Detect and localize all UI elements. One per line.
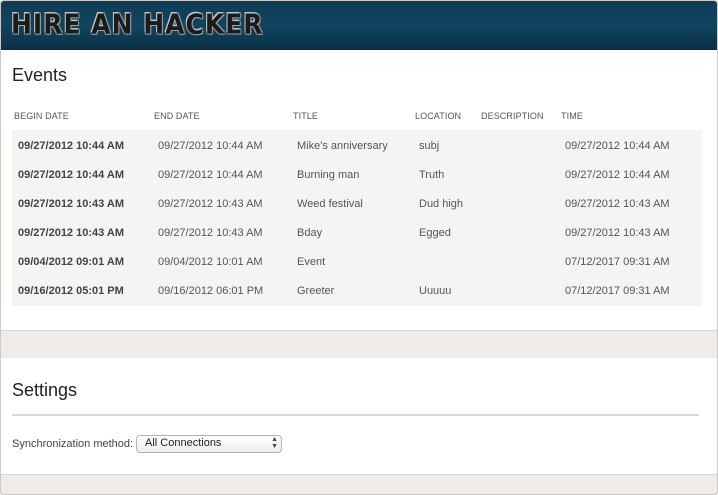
cell-location: Uuuuu [419,285,452,297]
cell-end-date: 09/16/2012 06:01 PM [158,285,264,297]
settings-divider [12,414,699,416]
column-header-time[interactable]: TIME [561,111,583,121]
cell-begin-date: 09/04/2012 09:01 AM [18,256,124,268]
settings-panel: Settings Synchronization method: All Con… [1,358,717,475]
cell-time: 09/27/2012 10:44 AM [565,140,670,152]
cell-begin-date: 09/27/2012 10:44 AM [18,169,124,181]
table-row[interactable]: 09/27/2012 10:44 AM 09/27/2012 10:44 AM … [12,160,702,189]
cell-begin-date: 09/16/2012 05:01 PM [18,285,124,297]
cell-time: 09/27/2012 10:43 AM [565,198,670,210]
column-header-begin-date[interactable]: BEGIN DATE [14,111,69,121]
cell-location: Egged [419,227,451,239]
cell-time: 09/27/2012 10:43 AM [565,227,670,239]
cell-end-date: 09/04/2012 10:01 AM [158,256,263,268]
sync-method-label: Synchronization method: [12,438,134,450]
column-header-title[interactable]: TITLE [293,111,318,121]
cell-time: 07/12/2017 09:31 AM [565,256,670,268]
cell-title: Burning man [297,169,360,181]
cell-time: 07/12/2017 09:31 AM [565,285,670,297]
table-row[interactable]: 09/27/2012 10:43 AM 09/27/2012 10:43 AM … [12,189,702,218]
header-bar: HIRE AN HACKER [1,1,717,50]
cell-time: 09/27/2012 10:44 AM [565,169,670,181]
column-header-location[interactable]: LOCATION [415,111,461,121]
events-table-body: 09/27/2012 10:44 AM 09/27/2012 10:44 AM … [12,130,702,306]
column-header-end-date[interactable]: END DATE [154,111,200,121]
events-panel: Events BEGIN DATE END DATE TITLE LOCATIO… [1,50,717,331]
cell-location: Truth [419,169,445,181]
cell-end-date: 09/27/2012 10:43 AM [158,198,263,210]
cell-begin-date: 09/27/2012 10:44 AM [18,140,124,152]
cell-title: Bday [297,227,323,239]
events-title: Events [12,65,68,85]
cell-title: Greeter [297,285,335,297]
logo[interactable]: HIRE AN HACKER [11,8,264,40]
table-row[interactable]: 09/27/2012 10:44 AM 09/27/2012 10:44 AM … [12,131,702,160]
cell-location: subj [419,140,440,152]
column-header-description[interactable]: DESCRIPTION [481,111,544,121]
cell-begin-date: 09/27/2012 10:43 AM [18,198,124,210]
table-row[interactable]: 09/16/2012 05:01 PM 09/16/2012 06:01 PM … [12,276,702,305]
table-row[interactable]: 09/27/2012 10:43 AM 09/27/2012 10:43 AM … [12,218,702,247]
cell-end-date: 09/27/2012 10:44 AM [158,169,263,181]
app-window: HIRE AN HACKER Events BEGIN DATE END DAT… [0,0,718,495]
cell-title: Mike's anniversary [297,140,388,152]
cell-begin-date: 09/27/2012 10:43 AM [18,227,124,239]
settings-title: Settings [12,380,78,400]
cell-title: Weed festival [297,198,363,210]
table-row[interactable]: 09/04/2012 09:01 AM 09/04/2012 10:01 AM … [12,247,702,276]
cell-end-date: 09/27/2012 10:43 AM [158,227,263,239]
sync-method-value: All Connections [145,437,222,449]
updown-arrows-icon: ▲ ▼ [271,436,278,450]
sync-method-select[interactable]: All Connections ▲ ▼ [136,435,282,453]
cell-title: Event [297,256,326,268]
cell-location: Dud high [419,198,464,210]
cell-end-date: 09/27/2012 10:44 AM [158,140,263,152]
